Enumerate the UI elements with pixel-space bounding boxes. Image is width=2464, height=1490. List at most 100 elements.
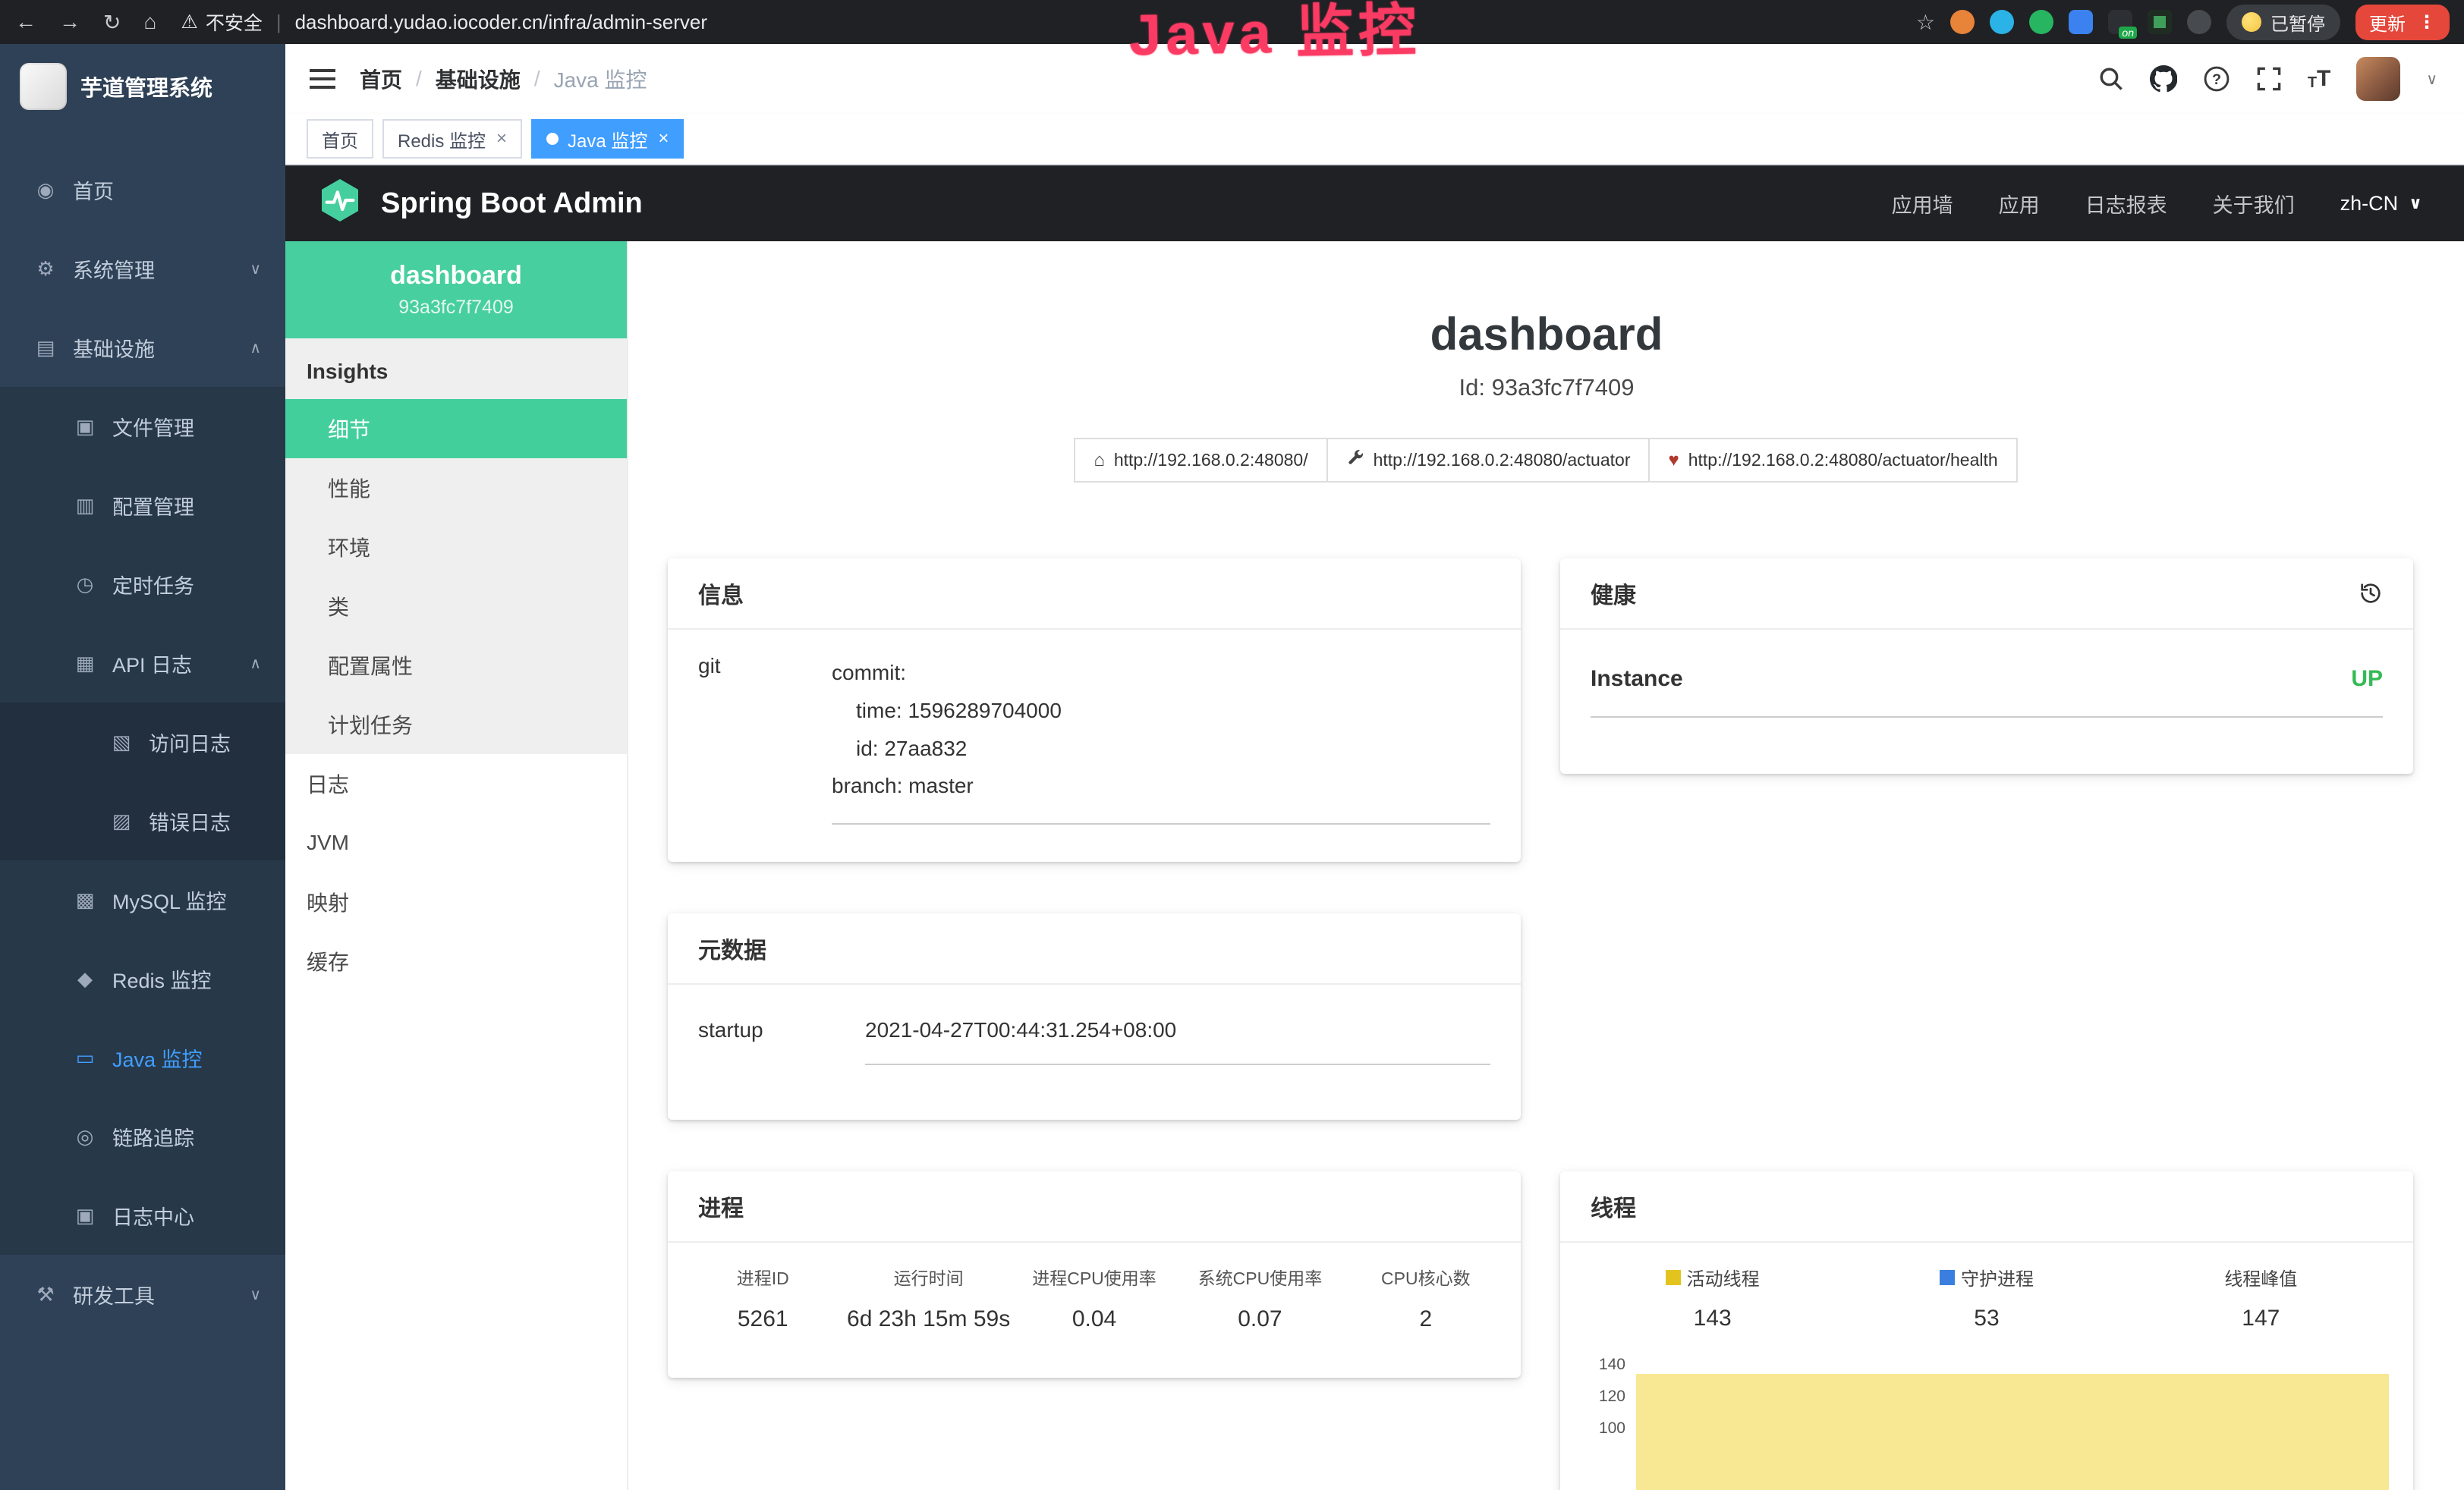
extension-icon-switch[interactable]: on — [2108, 10, 2132, 34]
card-header: 进程 — [668, 1171, 1521, 1243]
page-title: dashboard — [628, 308, 2464, 360]
sidebar-item-home[interactable]: ◉ 首页 — [0, 150, 285, 229]
sba-logo-icon[interactable] — [316, 176, 364, 231]
address-bar[interactable]: ⚠ 不安全 | dashboard.yudao.iocoder.cn/infra… — [181, 8, 1904, 36]
home-icon[interactable]: ⌂ — [143, 10, 156, 34]
infrastructure-icon: ▤ — [33, 336, 58, 360]
health-url-button[interactable]: ♥ http://192.168.0.2:48080/actuator/heal… — [1648, 438, 2017, 483]
browser-update-button[interactable]: 更新 ⋮ — [2355, 5, 2450, 40]
caret-down-icon[interactable]: ∨ — [2426, 70, 2437, 89]
security-warning[interactable]: ⚠ 不安全 — [181, 8, 262, 36]
font-size-icon[interactable]: TT — [2308, 68, 2331, 90]
sba-nav-wallboard[interactable]: 应用墙 — [1892, 189, 1953, 218]
close-icon[interactable]: × — [658, 128, 669, 149]
sidebar-item-label: API 日志 — [112, 649, 192, 678]
sba-brand[interactable]: Spring Boot Admin — [381, 187, 643, 220]
actuator-url-button[interactable]: http://192.168.0.2:48080/actuator — [1326, 438, 1651, 483]
breadcrumb-home[interactable]: 首页 — [360, 64, 402, 94]
instance-url-button[interactable]: ⌂ http://192.168.0.2:48080/ — [1074, 438, 1327, 483]
sba-menu-logs[interactable]: 日志 — [285, 754, 627, 813]
sba-locale-select[interactable]: zh-CN ∨ — [2340, 192, 2422, 215]
browser-menu-icon[interactable]: ⋮ — [2418, 11, 2436, 33]
smiley-icon — [2242, 12, 2261, 32]
sidebar-item-dev-tools[interactable]: ⚒ 研发工具 ∨ — [0, 1255, 285, 1334]
tab-home[interactable]: 首页 — [307, 119, 373, 159]
sba-menu-scheduled-tasks[interactable]: 计划任务 — [285, 695, 627, 754]
log-center-icon: ▣ — [73, 1204, 97, 1228]
sba-menu-mappings[interactable]: 映射 — [285, 872, 627, 932]
legend-value: 53 — [1849, 1306, 2123, 1331]
sidebar-item-label: Redis 监控 — [112, 964, 212, 994]
close-icon[interactable]: × — [496, 128, 507, 149]
sba-nav-applications[interactable]: 应用 — [1999, 189, 2040, 218]
sidebar-item-log-center[interactable]: ▣ 日志中心 — [0, 1176, 285, 1255]
reload-icon[interactable]: ↻ — [103, 10, 121, 35]
avatar[interactable] — [2356, 57, 2400, 101]
sidebar-item-redis-monitor[interactable]: ◆ Redis 监控 — [0, 939, 285, 1018]
address-separator: | — [276, 11, 282, 34]
sidebar-item-error-logs[interactable]: ▨ 错误日志 — [0, 781, 285, 860]
sidebar-item-infrastructure[interactable]: ▤ 基础设施 ∧ — [0, 308, 285, 387]
history-icon[interactable] — [2359, 581, 2383, 605]
sba-menu-metrics[interactable]: 性能 — [285, 458, 627, 517]
search-icon[interactable] — [2098, 66, 2124, 92]
chevron-up-icon: ∧ — [250, 338, 261, 357]
instance-id: 93a3fc7f7409 — [294, 297, 618, 319]
process-col: 系统CPU使用率 0.07 — [1177, 1264, 1342, 1332]
legend-item: 活动线程 143 — [1575, 1264, 1849, 1331]
breadcrumb-infrastructure[interactable]: 基础设施 — [436, 64, 521, 94]
app-logo[interactable]: 芋道管理系统 — [0, 44, 285, 129]
sidebar-item-scheduled-tasks[interactable]: ◷ 定时任务 — [0, 545, 285, 624]
back-icon[interactable]: ← — [15, 10, 36, 34]
github-icon[interactable] — [2150, 65, 2177, 93]
forward-icon[interactable]: → — [59, 10, 80, 34]
process-col-value: 0.04 — [1012, 1306, 1177, 1332]
sba-nav-about[interactable]: 关于我们 — [2213, 189, 2295, 218]
sidebar-item-api-logs[interactable]: ▦ API 日志 ∧ — [0, 624, 285, 703]
tab-redis-monitor[interactable]: Redis 监控 × — [382, 119, 522, 159]
sidebar-item-tracing[interactable]: ◎ 链路追踪 — [0, 1097, 285, 1176]
git-branch-line: branch: master — [832, 767, 1490, 805]
sba-menu-config-props[interactable]: 配置属性 — [285, 636, 627, 695]
process-col-label: 系统CPU使用率 — [1177, 1264, 1342, 1290]
legend-swatch-blue — [1940, 1270, 1955, 1285]
extension-icon-green[interactable] — [2029, 10, 2053, 34]
card-title: 进程 — [698, 1190, 744, 1223]
hamburger-icon[interactable] — [310, 69, 335, 89]
sba-body: dashboard 93a3fc7f7409 Insights 细节 性能 环境… — [285, 241, 2464, 1490]
legend-value: 143 — [1575, 1306, 1849, 1331]
sba-menu-classes[interactable]: 类 — [285, 577, 627, 636]
sba-menu-jvm[interactable]: JVM — [285, 813, 627, 872]
fullscreen-icon[interactable] — [2256, 66, 2282, 92]
sidebar-item-mysql-monitor[interactable]: ▩ MySQL 监控 — [0, 860, 285, 939]
help-icon[interactable]: ? — [2203, 65, 2230, 93]
health-card-body: Instance UP — [1560, 630, 2413, 718]
sba-menu-details[interactable]: 细节 — [285, 399, 627, 458]
chevron-down-icon: ∨ — [250, 259, 261, 278]
sidebar-item-access-logs[interactable]: ▧ 访问日志 — [0, 703, 285, 781]
extension-icon-grid[interactable] — [2069, 10, 2093, 34]
tab-java-monitor[interactable]: Java 监控 × — [531, 119, 684, 159]
legend-swatch-yellow — [1666, 1270, 1681, 1285]
chevron-up-icon: ∧ — [250, 654, 261, 673]
sidebar-menu: ◉ 首页 ⚙ 系统管理 ∨ ▤ 基础设施 ∧ ▣ 文件管理 — [0, 129, 285, 1490]
sba-nav-journal[interactable]: 日志报表 — [2085, 189, 2167, 218]
instance-card[interactable]: dashboard 93a3fc7f7409 — [285, 241, 627, 338]
extension-icon-fox[interactable] — [1950, 10, 1975, 34]
tools-icon: ⚒ — [33, 1283, 58, 1306]
sidebar-item-config-manager[interactable]: ▥ 配置管理 — [0, 466, 285, 545]
extension-icon-puzzle[interactable] — [2187, 10, 2211, 34]
sidebar-item-system[interactable]: ⚙ 系统管理 ∨ — [0, 229, 285, 308]
info-key: git — [698, 654, 832, 825]
profile-paused-badge[interactable]: 已暂停 — [2226, 5, 2340, 40]
home-icon: ⌂ — [1094, 450, 1105, 471]
sba-menu-caches[interactable]: 缓存 — [285, 932, 627, 991]
extension-icon-drop[interactable] — [1990, 10, 2014, 34]
metadata-value: 2021-04-27T00:44:31.254+08:00 — [865, 1018, 1490, 1065]
extension-icon-leaf[interactable] — [2148, 10, 2172, 34]
tab-label: Java 监控 — [568, 126, 647, 152]
sba-menu-environment[interactable]: 环境 — [285, 517, 627, 577]
bookmark-star-icon[interactable]: ☆ — [1916, 10, 1935, 35]
sidebar-item-file-manager[interactable]: ▣ 文件管理 — [0, 387, 285, 466]
sidebar-item-java-monitor[interactable]: ▭ Java 监控 — [0, 1018, 285, 1097]
